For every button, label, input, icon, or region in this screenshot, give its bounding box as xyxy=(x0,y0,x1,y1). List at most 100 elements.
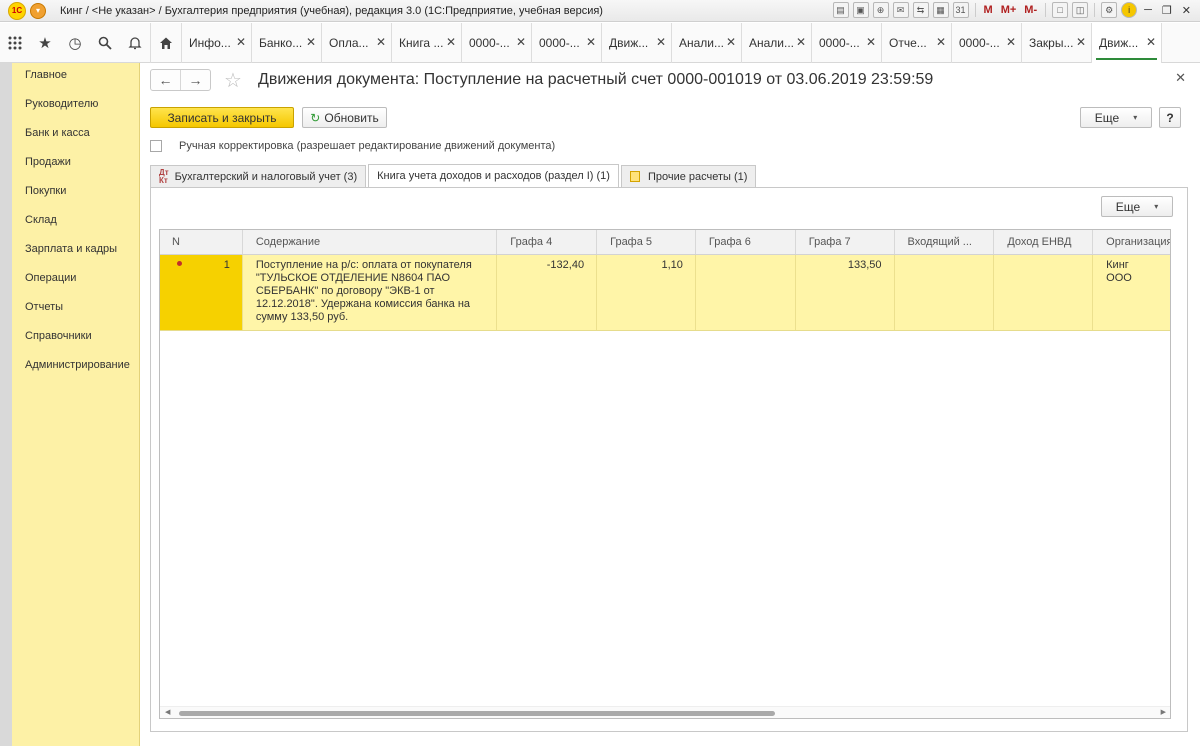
close-icon[interactable]: ✕ xyxy=(866,35,876,49)
tab-movements-active[interactable]: Движ... ✕ xyxy=(1092,22,1162,63)
back-arrow-icon[interactable]: ← xyxy=(151,70,181,90)
column-header-g5[interactable]: Графа 5 xyxy=(597,230,696,254)
movements-table[interactable]: N Содержание Графа 4 Графа 5 Графа 6 Гра… xyxy=(159,229,1171,719)
tab-income-expense-book[interactable]: Книга учета доходов и расходов (раздел I… xyxy=(368,164,619,187)
close-icon[interactable]: ✕ xyxy=(1076,35,1086,49)
close-icon[interactable]: ✕ xyxy=(936,35,946,49)
history-icon[interactable]: ◷ xyxy=(60,23,90,63)
print-icon[interactable]: ▤ xyxy=(832,2,849,18)
tab-analysis-1[interactable]: Анали... ✕ xyxy=(672,22,742,63)
restore-button[interactable]: ❐ xyxy=(1159,4,1175,17)
navigation-arrows: ← → xyxy=(150,69,211,91)
more-button[interactable]: Еще ▾ xyxy=(1080,107,1152,128)
sidebar-item-catalogs[interactable]: Справочники xyxy=(12,321,139,350)
table-row[interactable]: 1 Поступление на р/с: оплата от покупате… xyxy=(160,255,1170,331)
close-icon[interactable]: ✕ xyxy=(726,35,736,49)
mail-icon[interactable]: ✉ xyxy=(892,2,909,18)
sidebar-item-bank-cash[interactable]: Банк и касса xyxy=(12,118,139,147)
close-icon[interactable]: ✕ xyxy=(656,35,666,49)
column-header-incoming[interactable]: Входящий ... xyxy=(895,230,995,254)
tab-info[interactable]: Инфо... ✕ xyxy=(182,22,252,63)
tab-payment[interactable]: Опла... ✕ xyxy=(322,22,392,63)
tab-analysis-2[interactable]: Анали... ✕ xyxy=(742,22,812,63)
close-icon[interactable]: ✕ xyxy=(796,35,806,49)
sidebar-item-administration[interactable]: Администрирование xyxy=(12,350,139,379)
close-icon[interactable]: ✕ xyxy=(1146,35,1156,49)
refresh-button[interactable]: ↻ Обновить xyxy=(302,107,387,128)
main-menu-button[interactable]: ▾ xyxy=(30,2,46,19)
settings-icon[interactable]: ⚙ xyxy=(1101,2,1118,18)
close-icon[interactable]: ✕ xyxy=(446,35,456,49)
tab-label: Отче... xyxy=(889,35,927,50)
home-icon[interactable] xyxy=(151,23,181,63)
column-header-organization[interactable]: Организация xyxy=(1093,230,1170,254)
refresh-label: Обновить xyxy=(324,110,379,125)
notifications-bell-icon[interactable] xyxy=(120,23,150,63)
link-icon[interactable]: ⇆ xyxy=(912,2,929,18)
manual-correction-label: Ручная корректировка (разрешает редактир… xyxy=(179,140,556,152)
column-header-g4[interactable]: Графа 4 xyxy=(497,230,598,254)
grid-more-button[interactable]: Еще ▾ xyxy=(1101,196,1173,217)
scrollbar-thumb[interactable] xyxy=(179,711,775,716)
attach-icon[interactable]: ⊕ xyxy=(872,2,889,18)
memory-minus-button[interactable]: M- xyxy=(1022,4,1039,16)
close-form-icon[interactable]: ✕ xyxy=(1175,70,1186,86)
column-header-g6[interactable]: Графа 6 xyxy=(696,230,796,254)
sidebar-item-warehouse[interactable]: Склад xyxy=(12,205,139,234)
tab-report[interactable]: Отче... ✕ xyxy=(882,22,952,63)
column-header-g7[interactable]: Графа 7 xyxy=(796,230,895,254)
panels-icon[interactable]: ◫ xyxy=(1072,2,1089,18)
cell-incoming xyxy=(895,255,995,330)
column-header-envd[interactable]: Доход ЕНВД xyxy=(994,230,1094,254)
window-icon[interactable]: □ xyxy=(1052,2,1069,18)
close-window-button[interactable]: ✕ xyxy=(1179,4,1194,17)
forward-arrow-icon[interactable]: → xyxy=(181,70,210,90)
close-icon[interactable]: ✕ xyxy=(376,35,386,49)
tab-bank-statements[interactable]: Банко... ✕ xyxy=(252,22,322,63)
memory-button[interactable]: M xyxy=(982,4,995,16)
sections-menu-icon[interactable] xyxy=(0,23,30,63)
close-icon[interactable]: ✕ xyxy=(586,35,596,49)
tab-other-settlements[interactable]: Прочие расчеты (1) xyxy=(620,165,757,187)
column-header-content[interactable]: Содержание xyxy=(243,230,498,254)
search-icon[interactable] xyxy=(90,23,120,63)
tab-document-3[interactable]: 0000-... ✕ xyxy=(812,22,882,63)
horizontal-scrollbar[interactable]: ◀ ▶ xyxy=(160,706,1170,718)
close-icon[interactable]: ✕ xyxy=(1006,35,1016,49)
manual-correction-checkbox[interactable] xyxy=(150,140,162,152)
info-icon[interactable]: i xyxy=(1121,2,1138,18)
refresh-icon: ↻ xyxy=(310,110,321,125)
sidebar-item-purchases[interactable]: Покупки xyxy=(12,176,139,205)
sidebar-item-salary[interactable]: Зарплата и кадры xyxy=(12,234,139,263)
sidebar-item-main[interactable]: Главное xyxy=(12,60,139,89)
calendar-icon[interactable]: 31 xyxy=(952,2,969,18)
tab-document-4[interactable]: 0000-... ✕ xyxy=(952,22,1022,63)
tab-book[interactable]: Книга ... ✕ xyxy=(392,22,462,63)
calculator-icon[interactable]: ▦ xyxy=(932,2,949,18)
close-icon[interactable]: ✕ xyxy=(306,35,316,49)
close-icon[interactable]: ✕ xyxy=(236,35,246,49)
tab-movements-1[interactable]: Движ... ✕ xyxy=(602,22,672,63)
tab-document-1[interactable]: 0000-... ✕ xyxy=(462,22,532,63)
save-and-close-button[interactable]: Записать и закрыть xyxy=(150,107,294,128)
help-button[interactable]: ? xyxy=(1159,107,1181,128)
save-icon[interactable]: ▣ xyxy=(852,2,869,18)
tab-accounting[interactable]: Дт Кт Бухгалтерский и налоговый учет (3) xyxy=(150,165,367,187)
scroll-right-icon[interactable]: ▶ xyxy=(1161,708,1166,716)
memory-plus-button[interactable]: M+ xyxy=(999,4,1019,16)
sidebar-item-manager[interactable]: Руководителю xyxy=(12,89,139,118)
sidebar-item-operations[interactable]: Операции xyxy=(12,263,139,292)
1c-logo-icon: 1С xyxy=(8,1,26,20)
sidebar-item-sales[interactable]: Продажи xyxy=(12,147,139,176)
tab-label: Инфо... xyxy=(189,35,231,50)
tab-income-expense-label: Книга учета доходов и расходов (раздел I… xyxy=(377,170,610,182)
tab-closing[interactable]: Закры... ✕ xyxy=(1022,22,1092,63)
scroll-left-icon[interactable]: ◀ xyxy=(165,708,170,716)
minimize-button[interactable]: ─ xyxy=(1141,4,1155,16)
favorites-star-icon[interactable]: ★ xyxy=(30,23,60,63)
column-header-n[interactable]: N xyxy=(160,230,243,254)
tab-document-2[interactable]: 0000-... ✕ xyxy=(532,22,602,63)
close-icon[interactable]: ✕ xyxy=(516,35,526,49)
favorite-star-icon[interactable]: ☆ xyxy=(224,68,242,93)
sidebar-item-reports[interactable]: Отчеты xyxy=(12,292,139,321)
